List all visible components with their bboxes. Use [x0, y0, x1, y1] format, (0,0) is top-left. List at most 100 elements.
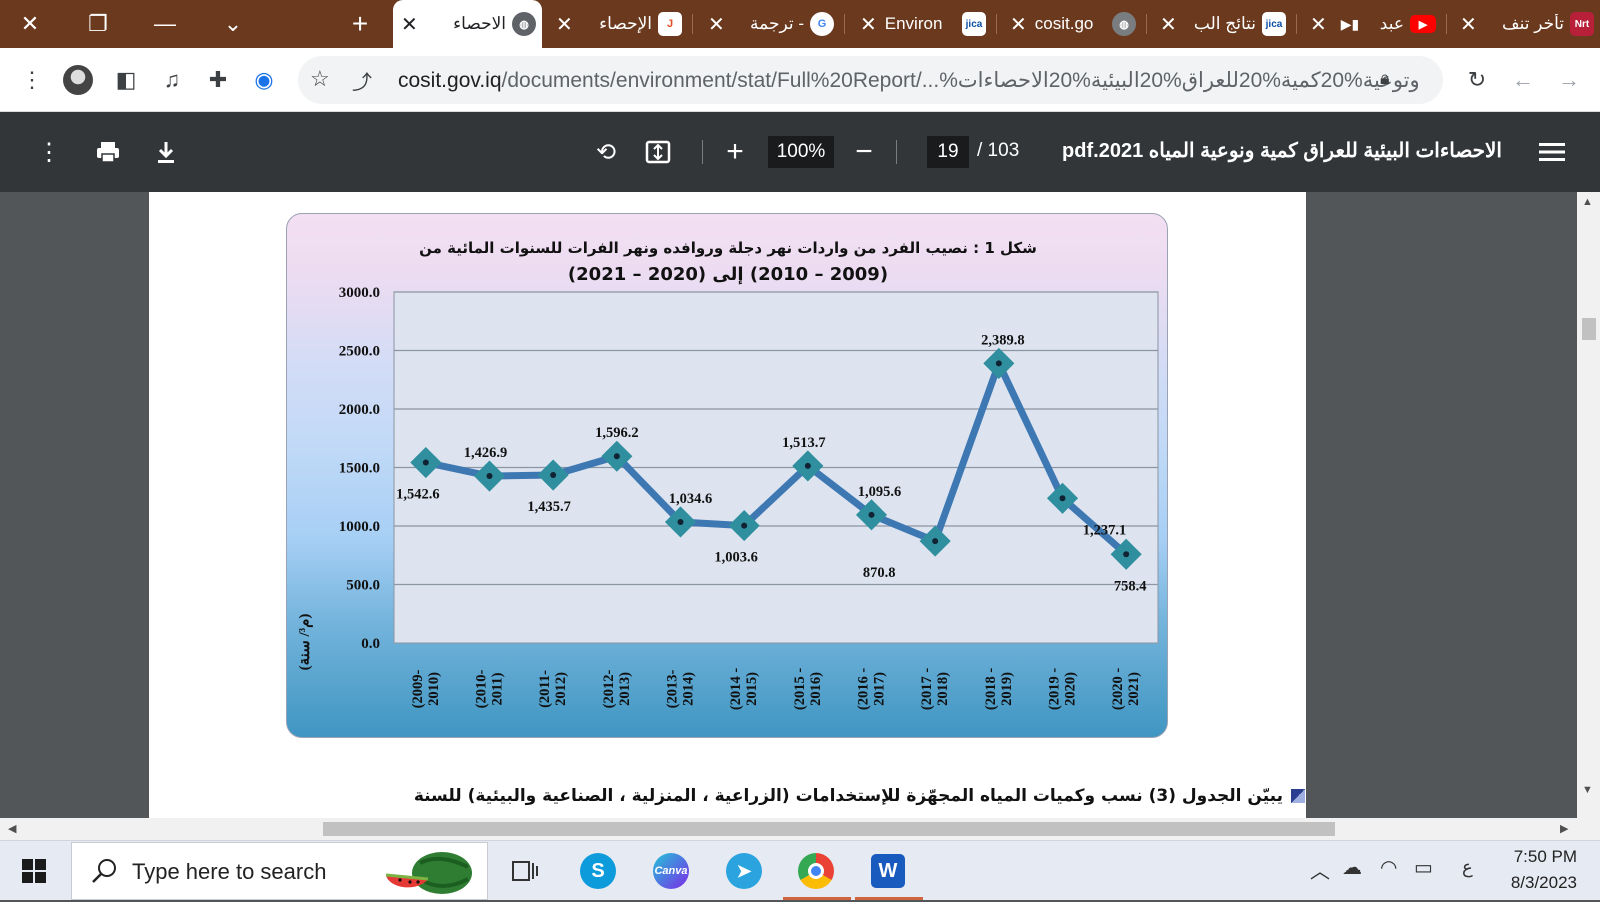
zoom-input[interactable]: 100% [768, 136, 834, 168]
tab-cosit[interactable]: ✕ cosit.go ◍ [1002, 0, 1142, 48]
close-tab-icon[interactable]: ✕ [1010, 12, 1027, 37]
side-panel-icon[interactable]: ◧ [106, 48, 146, 112]
close-tab-icon[interactable]: ✕ [401, 12, 418, 37]
extension-eye-icon[interactable]: ◉ [244, 48, 284, 112]
tab-youtube[interactable]: ✕ ▶▮ عبد ▶ [1302, 0, 1442, 48]
telegram-icon[interactable]: ➤ [722, 849, 766, 893]
y-tick-label: 1000.0 [339, 519, 380, 535]
data-label: 1,237.1 [1083, 522, 1127, 538]
tab-title: cosit.go [1034, 14, 1094, 33]
download-icon[interactable] [144, 130, 188, 174]
youtube-icon: ▶ [1410, 15, 1436, 33]
fit-page-icon[interactable] [636, 130, 680, 174]
vertical-scrollbar[interactable]: ▲ ▼ [1577, 192, 1600, 818]
rotate-icon[interactable]: ⟲ [584, 130, 628, 174]
x-tick-label-line: (2014 - [728, 668, 744, 710]
tab-joomla[interactable]: ✕ الإحصاء J [548, 0, 688, 48]
share-icon[interactable]: ⤴ [352, 66, 372, 95]
minimize-window-button[interactable]: — [135, 0, 195, 48]
data-point-dot [1059, 495, 1066, 502]
language-indicator[interactable]: ع [1462, 857, 1473, 878]
zoom-in-icon[interactable]: + [713, 130, 757, 174]
chrome-icon[interactable] [794, 849, 838, 893]
search-placeholder: Type here to search [132, 859, 327, 884]
bookmark-star-icon[interactable]: ☆ [310, 66, 330, 92]
scroll-left-icon[interactable]: ◀ [8, 822, 16, 835]
tab-title: نتائج الب [1193, 14, 1256, 33]
more-options-icon[interactable]: ⋮ [27, 130, 71, 174]
print-icon[interactable] [86, 130, 130, 174]
tab-search-button[interactable]: ⌄ [203, 0, 263, 48]
tab-title: ترجمة - [750, 14, 804, 33]
close-tab-icon[interactable]: ✕ [1160, 12, 1177, 37]
data-label: 1,513.7 [782, 435, 826, 451]
x-tick-label-line: 2010) [426, 672, 442, 706]
scrollbar-thumb[interactable] [323, 822, 1335, 836]
x-tick-label-line: (2013- [665, 670, 681, 709]
zoom-out-icon[interactable]: − [842, 130, 886, 174]
canva-icon[interactable]: Canva [649, 849, 693, 893]
scroll-right-icon[interactable]: ▶ [1560, 822, 1568, 835]
watermelon-icon [380, 849, 476, 902]
profile-avatar[interactable] [58, 48, 98, 112]
tab-active[interactable]: ✕ الاحصاء ◍ [393, 0, 542, 48]
horizontal-scrollbar[interactable]: ◀ ▶ [0, 818, 1600, 840]
x-tick-label: (2015 -2016) [792, 668, 824, 710]
task-view-icon[interactable] [503, 849, 547, 893]
x-tick-label-line: (2019 - [1047, 668, 1063, 710]
new-tab-button[interactable]: + [330, 0, 390, 48]
data-label: 1,095.6 [858, 484, 902, 500]
taskbar-search[interactable]: Type here to search [71, 842, 488, 900]
data-label: 870.8 [863, 565, 896, 581]
toolbar-divider [702, 140, 703, 164]
data-point-dot [422, 459, 429, 466]
toolbar-divider [896, 140, 897, 164]
close-tab-icon[interactable]: ✕ [1310, 12, 1327, 37]
address-bar[interactable]: ☆ ⤴ cosit.gov.iq/documents/environment/s… [298, 56, 1443, 104]
x-tick-label: (2017 -2018) [919, 668, 951, 710]
wifi-icon[interactable]: ◠ [1380, 855, 1397, 880]
scrollbar-thumb[interactable] [1582, 318, 1596, 340]
close-tab-icon[interactable]: ✕ [860, 12, 877, 37]
x-tick-label-line: 2020) [1063, 672, 1079, 706]
chevron-up-icon[interactable]: ︿ [1310, 855, 1330, 884]
media-control-icon[interactable]: ♫ [152, 48, 192, 112]
tab-separator [692, 14, 693, 34]
tab-results[interactable]: ✕ نتائج الب jica [1152, 0, 1292, 48]
menu-dots-icon[interactable]: ⋮ [12, 48, 52, 112]
tab-nrt[interactable]: ✕ تأخر تنف Nrt [1452, 0, 1600, 48]
skype-icon[interactable]: S [576, 849, 620, 893]
clock-time[interactable]: 7:50 PM [1505, 847, 1577, 867]
x-tick-label-line: (2009- [410, 670, 426, 709]
extensions-puzzle-icon[interactable]: ✚ [198, 48, 238, 112]
word-icon[interactable]: W [866, 849, 910, 893]
data-label: 1,435.7 [527, 499, 571, 515]
reload-icon[interactable]: ↻ [1457, 48, 1497, 112]
tab-translate[interactable]: ✕ ترجمة - G [700, 0, 840, 48]
chart-frame: شكل 1 : نصيب الفرد من واردات نهر دجلة ور… [286, 213, 1168, 738]
clock-date[interactable]: 8/3/2023 [1505, 873, 1577, 893]
data-point-dot [1123, 551, 1130, 558]
start-button[interactable] [12, 849, 56, 893]
caption-text: يبيّن الجدول (3) نسب وكميات المياه المجه… [413, 786, 1283, 806]
close-window-button[interactable]: ✕ [0, 0, 60, 48]
x-tick-label-line: 2019) [999, 672, 1015, 706]
close-tab-icon[interactable]: ✕ [708, 12, 725, 37]
hamburger-menu-icon[interactable] [1530, 130, 1574, 174]
onedrive-cloud-icon[interactable]: ☁ [1342, 855, 1362, 880]
url-text[interactable]: cosit.gov.iq/documents/environment/stat/… [398, 68, 1420, 93]
close-tab-icon[interactable]: ✕ [1460, 12, 1477, 37]
battery-icon[interactable]: ▭ [1414, 855, 1433, 880]
scroll-down-icon[interactable]: ▼ [1582, 784, 1593, 796]
lock-icon[interactable]: 🔒︎ [1380, 68, 1390, 89]
tab-title: الإحصاء [599, 14, 652, 33]
back-arrow-icon[interactable]: ← [1503, 48, 1543, 112]
forward-arrow-icon[interactable]: → [1549, 48, 1589, 112]
restore-window-button[interactable]: ❐ [68, 0, 128, 48]
tab-environ[interactable]: ✕ Environ jica [852, 0, 992, 48]
page-number-input[interactable]: 19 [927, 136, 969, 168]
audio-playing-icon[interactable]: ▶▮ [1341, 16, 1359, 33]
pdf-toolbar: ⋮ ⟲ + 100% − 19 / 103 الاحصاءات البيئية … [0, 112, 1600, 192]
close-tab-icon[interactable]: ✕ [556, 12, 573, 37]
scroll-up-icon[interactable]: ▲ [1582, 196, 1593, 208]
